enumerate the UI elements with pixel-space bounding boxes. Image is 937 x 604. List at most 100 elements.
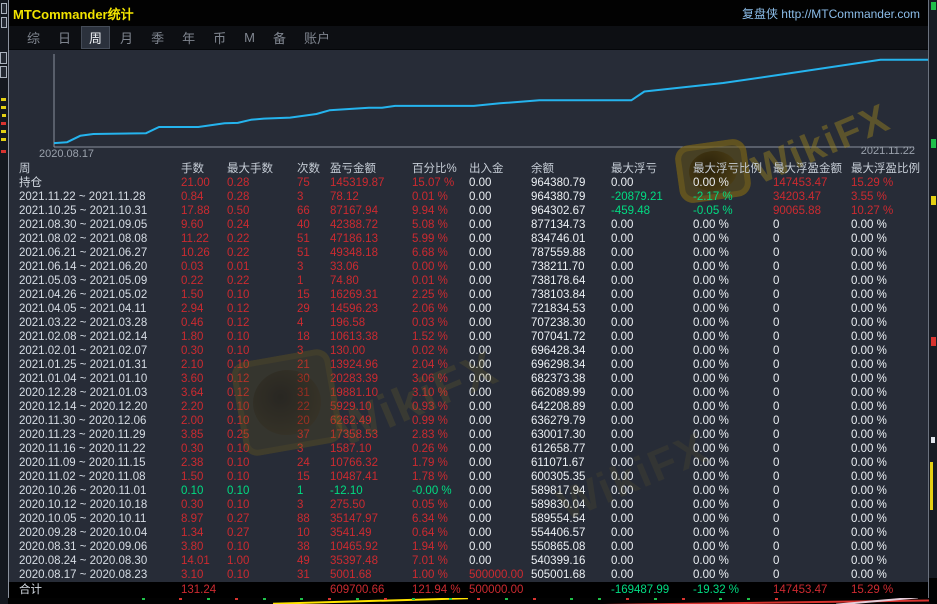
table-cell: 35147.97 <box>330 512 412 526</box>
table-cell: 0.00 <box>469 526 531 540</box>
table-cell: 0.01 % <box>412 190 469 204</box>
background-toolbar-fragment <box>0 52 7 64</box>
table-cell: 147453.47 <box>773 176 851 190</box>
table-cell: 15.07 % <box>412 176 469 190</box>
table-row[interactable]: 2020.10.26 ~ 2020.11.010.100.101-12.10-0… <box>9 484 928 498</box>
table-cell: 0.22 <box>181 274 227 288</box>
column-header: 手数 <box>181 162 227 176</box>
column-header: 出入金 <box>469 162 531 176</box>
table-cell: 0 <box>773 442 851 456</box>
table-cell: 0.00 <box>469 204 531 218</box>
table-cell: 0.00 % <box>693 274 773 288</box>
table-row[interactable]: 2021.06.14 ~ 2021.06.200.030.01333.060.0… <box>9 260 928 274</box>
table-row[interactable]: 2020.11.09 ~ 2020.11.152.380.102410766.3… <box>9 456 928 470</box>
table-cell: 2020.08.17 ~ 2020.08.23 <box>19 568 181 582</box>
table-cell: 16269.31 <box>330 288 412 302</box>
chart-start-date: 2020.08.17 <box>39 148 94 160</box>
table-row[interactable]: 2020.11.23 ~ 2020.11.293.850.253717358.5… <box>9 428 928 442</box>
table-cell: 2021.06.21 ~ 2021.06.27 <box>19 246 181 260</box>
table-cell: 10487.41 <box>330 470 412 484</box>
table-cell: 0.26 % <box>412 442 469 456</box>
brand-link[interactable]: 复盘侠 http://MTCommander.com <box>742 5 920 22</box>
table-row[interactable]: 持仓21.000.2875145319.8715.07 %0.00964380.… <box>9 176 928 190</box>
table-row[interactable]: 2020.11.02 ~ 2020.11.081.500.101510487.4… <box>9 470 928 484</box>
table-row[interactable]: 2021.05.03 ~ 2021.05.090.220.22174.800.0… <box>9 274 928 288</box>
table-cell: 0.00 <box>611 260 693 274</box>
table-cell: 0 <box>773 470 851 484</box>
table-row[interactable]: 2020.08.17 ~ 2020.08.233.100.10315001.68… <box>9 568 928 582</box>
table-cell: 33.06 <box>330 260 412 274</box>
table-row[interactable]: 2020.09.28 ~ 2020.10.041.340.27103541.49… <box>9 526 928 540</box>
equity-chart: WikiFX 2020.08.17 2021.11.22 <box>9 50 928 162</box>
table-row[interactable]: 2021.04.05 ~ 2021.04.112.940.122914596.2… <box>9 302 928 316</box>
table-cell: 0 <box>773 302 851 316</box>
menu-item-月[interactable]: 月 <box>112 26 141 49</box>
menu-item-日[interactable]: 日 <box>50 26 79 49</box>
background-candle-fragment <box>931 437 935 443</box>
table-row[interactable]: 2021.04.26 ~ 2021.05.021.500.101516269.3… <box>9 288 928 302</box>
table-cell: 0.00 <box>611 218 693 232</box>
table-row[interactable]: 2021.03.22 ~ 2021.03.280.460.124196.580.… <box>9 316 928 330</box>
table-cell: 0 <box>773 428 851 442</box>
table-row[interactable]: 2020.10.05 ~ 2020.10.118.970.278835147.9… <box>9 512 928 526</box>
table-cell: 0.00 <box>469 414 531 428</box>
background-window-sliver-left <box>0 0 8 604</box>
table-cell: 88 <box>297 512 330 526</box>
table-cell: 15 <box>297 470 330 484</box>
table-row[interactable]: 2020.08.24 ~ 2020.08.3014.011.004935397.… <box>9 554 928 568</box>
column-header: 最大手数 <box>227 162 297 176</box>
table-cell: 21.00 <box>181 176 227 190</box>
table-cell: 0 <box>773 568 851 582</box>
table-cell: 275.50 <box>330 498 412 512</box>
table-row[interactable]: 2020.11.30 ~ 2020.12.062.000.10206262.49… <box>9 414 928 428</box>
menu-item-M[interactable]: M <box>236 28 263 47</box>
table-cell: 696298.34 <box>531 358 611 372</box>
total-row[interactable]: 合计131.24609700.66121.94 %500000.00-16948… <box>9 582 928 598</box>
menu-item-备[interactable]: 备 <box>265 26 294 49</box>
menu-item-币[interactable]: 币 <box>205 26 234 49</box>
table-cell: 964380.79 <box>531 176 611 190</box>
menu-item-综[interactable]: 综 <box>19 26 48 49</box>
table-cell <box>297 582 330 598</box>
table-cell: -459.48 <box>611 204 693 218</box>
table-cell: 682373.38 <box>531 372 611 386</box>
table-row[interactable]: 2021.02.08 ~ 2021.02.141.800.101810613.3… <box>9 330 928 344</box>
table-cell: 87167.94 <box>330 204 412 218</box>
table-cell: 0.00 % <box>693 176 773 190</box>
table-cell: 505001.68 <box>531 568 611 582</box>
table-row[interactable]: 2020.11.16 ~ 2020.11.220.300.1031587.100… <box>9 442 928 456</box>
table-cell: 5.99 % <box>412 232 469 246</box>
table-cell: 0 <box>773 400 851 414</box>
table-cell: 3.60 <box>181 372 227 386</box>
menu-item-季[interactable]: 季 <box>143 26 172 49</box>
table-cell: 1 <box>297 484 330 498</box>
table-cell: 9.94 % <box>412 204 469 218</box>
table-row[interactable]: 2021.08.02 ~ 2021.08.0811.220.225147186.… <box>9 232 928 246</box>
table-cell: 2.10 <box>181 358 227 372</box>
table-cell: 0.00 % <box>851 246 928 260</box>
table-cell: 642208.89 <box>531 400 611 414</box>
table-cell: 2021.06.14 ~ 2021.06.20 <box>19 260 181 274</box>
background-toolbar-fragment <box>1 3 7 14</box>
table-cell: 0 <box>773 372 851 386</box>
table-row[interactable]: 2020.10.12 ~ 2020.10.180.300.103275.500.… <box>9 498 928 512</box>
table-row[interactable]: 2021.10.25 ~ 2021.10.3117.880.506687167.… <box>9 204 928 218</box>
menu-item-账户[interactable]: 账户 <box>296 26 338 49</box>
table-cell: 787559.88 <box>531 246 611 260</box>
table-cell: 0.27 <box>227 512 297 526</box>
background-window-sliver-bottom <box>8 597 929 604</box>
menu-item-周[interactable]: 周 <box>81 26 110 49</box>
table-cell: 0.00 <box>469 246 531 260</box>
table-row[interactable]: 2021.08.30 ~ 2021.09.059.600.244042388.7… <box>9 218 928 232</box>
table-row[interactable]: 2020.08.31 ~ 2020.09.063.800.103810465.9… <box>9 540 928 554</box>
table-cell: 10.26 <box>181 246 227 260</box>
table-cell: 1.00 % <box>412 568 469 582</box>
table-cell: 0.00 % <box>851 288 928 302</box>
table-cell: 0 <box>773 498 851 512</box>
table-cell: 0.00 <box>611 330 693 344</box>
menu-item-年[interactable]: 年 <box>174 26 203 49</box>
table-cell: 0.00 <box>611 274 693 288</box>
table-row[interactable]: 2021.11.22 ~ 2021.11.280.840.28378.120.0… <box>9 190 928 204</box>
table-cell: 0.00 % <box>851 302 928 316</box>
table-row[interactable]: 2021.06.21 ~ 2021.06.2710.260.225149348.… <box>9 246 928 260</box>
